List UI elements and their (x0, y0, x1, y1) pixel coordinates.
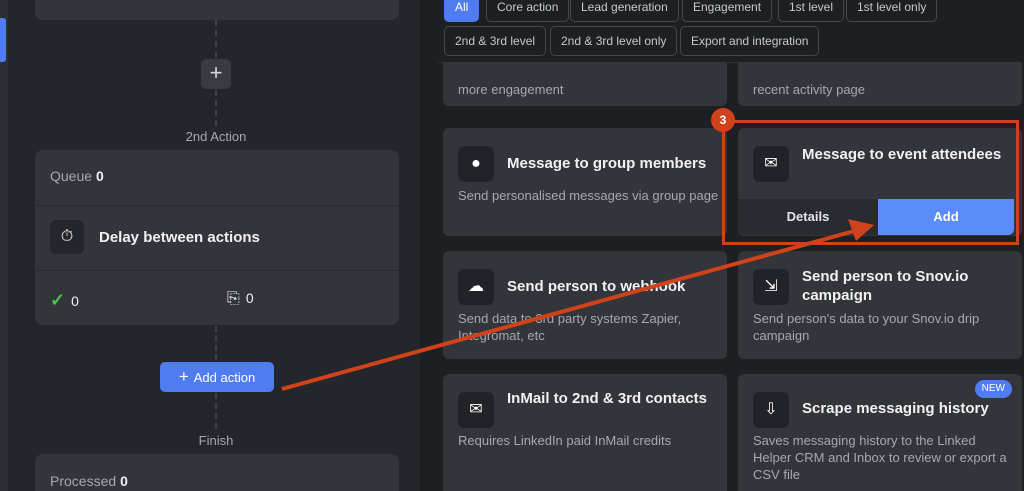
action-card[interactable]: Queue 0 ⏱ Delay between actions ✓ 0 ⎘ 0 (35, 150, 399, 325)
divider (35, 205, 399, 206)
filter-2nd-3rd-level-only[interactable]: 2nd & 3rd level only (550, 26, 678, 56)
divider (35, 270, 399, 271)
card-title: Send person to webhook (507, 278, 686, 295)
card-description: Send data to 3rd party systems Zapier, I… (458, 311, 682, 343)
connector-line (215, 20, 217, 58)
tutorial-highlight-box (722, 120, 1019, 245)
action-card-snov[interactable]: ⇲ Send person to Snov.io campaign Send p… (738, 251, 1022, 359)
filter-engagement[interactable]: Engagement (682, 0, 773, 22)
processed-count: 0 (120, 473, 128, 489)
action-card-webhook[interactable]: ☁ Send person to webhook Send data to 3r… (443, 251, 727, 359)
action-card-partial[interactable]: more engagement (443, 62, 727, 106)
processed-label: Processed (50, 473, 117, 489)
new-badge: NEW (974, 380, 1012, 398)
card-title: InMail to 2nd & 3rd contacts (507, 390, 708, 407)
queue-count: 0 (96, 168, 104, 184)
nav-active-indicator[interactable] (0, 18, 6, 62)
filter-core-action[interactable]: Core action (486, 0, 570, 22)
filter-1st-level[interactable]: 1st level (778, 0, 845, 22)
skip-icon: ⎘ (227, 290, 240, 307)
action-card-group-message[interactable]: ● Message to group members Send personal… (443, 128, 727, 236)
card-description: recent activity page (753, 82, 866, 97)
connector-line (215, 393, 217, 429)
app-root: ✓ ✕ ⎙ + 2nd Action Queue0 ⏱ Delay betwee… (0, 0, 1024, 491)
card-title: Scrape messaging history (802, 400, 989, 417)
second-action-label: 2nd Action (185, 129, 247, 144)
check-icon: ✓ (50, 290, 66, 310)
queue-label: Queue (50, 168, 93, 184)
action-card-inmail[interactable]: ✉ InMail to 2nd & 3rd contacts Requires … (443, 374, 727, 491)
insert-action-button[interactable]: + (201, 59, 231, 89)
action-card-partial[interactable]: recent activity page (738, 62, 1022, 106)
stopwatch-icon: ⏱ (50, 220, 84, 254)
card-description: Saves messaging history to the Linked He… (753, 433, 1007, 482)
chat-bubble-icon: ● (458, 146, 494, 182)
processed-card: Processed 0 (35, 454, 399, 491)
mail-icon: ✉ (458, 392, 494, 428)
add-action-button[interactable]: + Add action (160, 362, 274, 392)
processed-row: Processed 0 (50, 473, 128, 489)
filter-2nd-3rd-level[interactable]: 2nd & 3rd level (444, 26, 547, 56)
filter-lead-generation[interactable]: Lead generation (570, 0, 679, 22)
filter-export-integration[interactable]: Export and integration (680, 26, 820, 56)
filter-all[interactable]: All (444, 0, 480, 22)
previous-action-card: ✓ ✕ ⎙ (35, 0, 399, 20)
action-library-panel: All Core action Lead generation Engageme… (420, 0, 1024, 491)
success-count: 0 (71, 293, 79, 309)
delay-label: Delay between actions (99, 229, 260, 246)
connector-line (215, 326, 217, 360)
plus-icon: + (178, 367, 189, 386)
cross-icon: ✕ (171, 0, 183, 1)
skipped-stat: ⎘ 0 (227, 290, 254, 308)
add-action-label: Add action (193, 370, 256, 385)
card-description: Send person's data to your Snov.io drip … (753, 311, 980, 343)
finish-label: Finish (198, 433, 234, 448)
filter-1st-level-only[interactable]: 1st level only (846, 0, 938, 22)
cloud-upload-icon: ☁ (458, 269, 494, 305)
nav-strip (0, 0, 8, 491)
step-badge: 3 (711, 108, 735, 132)
success-stat: ✓ 0 (50, 290, 79, 311)
skip-icon: ⎙ (287, 0, 298, 1)
connector-line (215, 90, 217, 126)
card-description: more engagement (458, 82, 564, 97)
queue-row: Queue 0 (50, 168, 104, 184)
scrape-history-icon: ⇩ (753, 392, 789, 428)
person-send-icon: ⇲ (753, 269, 789, 305)
card-title: Message to group members (507, 155, 707, 172)
card-description: Requires LinkedIn paid InMail credits (458, 433, 672, 448)
action-card-scrape-history[interactable]: NEW ⇩ Scrape messaging history Saves mes… (738, 374, 1022, 491)
card-title: Send person to Snov.io campaign (802, 268, 969, 304)
card-description: Send personalised messages via group pag… (458, 188, 719, 203)
skipped-count: 0 (245, 290, 254, 306)
check-icon: ✓ (53, 0, 65, 1)
